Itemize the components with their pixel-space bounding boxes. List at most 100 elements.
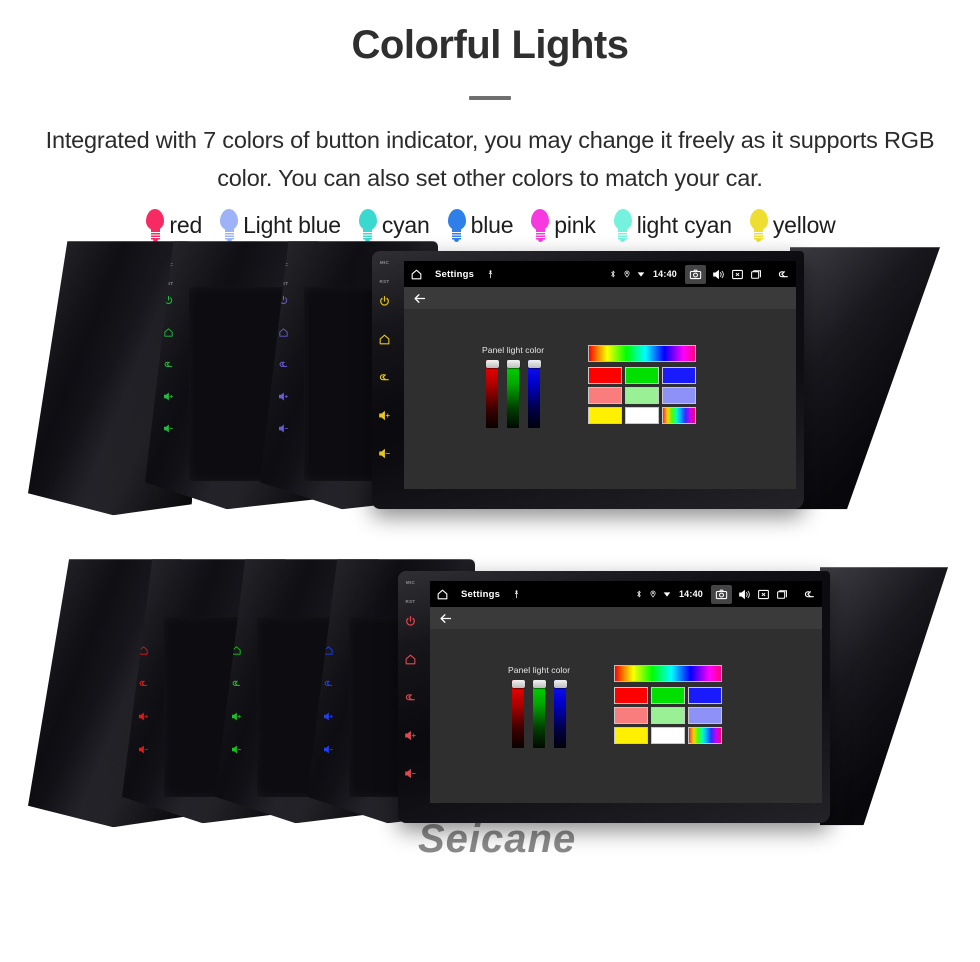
- status-bar-right: 14:40: [635, 584, 818, 604]
- volume-up-key: [231, 711, 242, 722]
- location-icon: [623, 270, 631, 278]
- radio-unit-main-top: MIC RST Settings 14:40 Panel light color: [372, 251, 804, 510]
- back-key: [323, 678, 334, 689]
- color-legend: red Light blue cyan blue pink light cyan yello…: [0, 209, 980, 242]
- swatch-periwinkle[interactable]: [662, 387, 697, 405]
- led-key-column: MIC RST: [404, 581, 417, 805]
- red-slider[interactable]: [511, 680, 525, 749]
- red-slider[interactable]: [485, 360, 499, 429]
- green-slider[interactable]: [506, 360, 520, 429]
- camera-icon[interactable]: [711, 584, 732, 604]
- hue-gradient-bar[interactable]: [614, 665, 723, 683]
- status-bar-left: Settings: [410, 268, 495, 281]
- swatch-blue[interactable]: [662, 367, 697, 385]
- slider-handle[interactable]: [553, 680, 567, 689]
- legend-item: pink: [529, 209, 596, 242]
- volume-icon[interactable]: [738, 588, 751, 601]
- status-bar: Settings 14:40: [404, 261, 796, 288]
- rst-label: RST: [379, 278, 390, 284]
- swatch-lightgreen[interactable]: [651, 707, 686, 725]
- legend-item: yellow: [748, 209, 836, 242]
- usb-icon: [512, 589, 521, 599]
- back-key: [231, 678, 242, 689]
- bluetooth-icon: [635, 590, 643, 598]
- swatch-periwinkle[interactable]: [688, 707, 723, 725]
- swatch-white[interactable]: [625, 407, 660, 425]
- legend-item-label: pink: [554, 211, 596, 238]
- back-key: [138, 678, 149, 689]
- camera-icon[interactable]: [685, 264, 706, 284]
- volume-down-key: [231, 744, 242, 755]
- panel-light-color-section: Panel light color: [508, 665, 723, 749]
- swatch-rainbow[interactable]: [662, 407, 697, 425]
- swatch-salmon[interactable]: [614, 707, 649, 725]
- led-key-column: [231, 645, 242, 777]
- close-box-icon[interactable]: [757, 588, 770, 601]
- gloss-highlight: [820, 567, 948, 826]
- back-key: [404, 691, 417, 704]
- recents-icon[interactable]: [776, 588, 789, 601]
- swatch-yellow[interactable]: [614, 727, 649, 745]
- back-arrow-icon[interactable]: [412, 291, 427, 306]
- swatch-blue[interactable]: [688, 687, 723, 705]
- unit-side-trim: [820, 567, 948, 826]
- slider-handle[interactable]: [527, 360, 541, 369]
- bulb-icon: [529, 209, 551, 242]
- color-swatch-grid: [588, 367, 697, 425]
- back-key: [378, 371, 391, 384]
- product-group-top: MIC RST MIC RST MIC RST Settings 14:40 Panel …: [0, 241, 980, 789]
- power-key: [404, 615, 417, 628]
- swatch-green[interactable]: [651, 687, 686, 705]
- swatch-white[interactable]: [651, 727, 686, 745]
- slider-handle[interactable]: [532, 680, 546, 689]
- swatch-red[interactable]: [588, 367, 623, 385]
- slider-track: [554, 680, 567, 749]
- slider-track: [533, 680, 546, 749]
- swatch-salmon[interactable]: [588, 387, 623, 405]
- slider-handle[interactable]: [506, 360, 520, 369]
- back-arrow-icon[interactable]: [803, 588, 816, 601]
- status-bar: Settings 14:40: [430, 581, 822, 608]
- legend-item-label: red: [169, 211, 203, 238]
- status-bar-left: Settings: [436, 588, 521, 601]
- led-key-column: [138, 645, 149, 777]
- swatch-lightgreen[interactable]: [625, 387, 660, 405]
- brand-watermark: Seicane: [418, 817, 577, 862]
- blue-slider[interactable]: [553, 680, 567, 749]
- android-screen-bottom[interactable]: Settings 14:40 Panel light color: [430, 581, 822, 804]
- bulb-icon: [612, 209, 634, 242]
- wifi-icon: [637, 270, 645, 278]
- screen-title: Settings: [461, 588, 501, 600]
- slider-handle[interactable]: [485, 360, 499, 369]
- swatch-red[interactable]: [614, 687, 649, 705]
- close-box-icon[interactable]: [731, 268, 744, 281]
- recents-icon[interactable]: [750, 268, 763, 281]
- legend-item: red: [144, 209, 203, 242]
- slider-handle[interactable]: [511, 680, 525, 689]
- led-key-column: [323, 645, 334, 777]
- back-arrow-icon[interactable]: [777, 268, 790, 281]
- hue-gradient-bar[interactable]: [588, 345, 697, 363]
- color-palette-group: [614, 665, 723, 745]
- clock: 14:40: [678, 589, 703, 600]
- home-icon[interactable]: [410, 268, 423, 281]
- color-swatch-grid: [614, 687, 723, 745]
- panel-light-color-label: Panel light color: [508, 665, 571, 676]
- power-key: [378, 295, 391, 308]
- swatch-yellow[interactable]: [588, 407, 623, 425]
- home-icon[interactable]: [436, 588, 449, 601]
- location-icon: [649, 590, 657, 598]
- wifi-icon: [663, 590, 671, 598]
- volume-icon[interactable]: [712, 268, 725, 281]
- blue-slider[interactable]: [527, 360, 541, 429]
- bluetooth-icon: [609, 270, 617, 278]
- page-subtitle: Integrated with 7 colors of button indic…: [45, 127, 935, 191]
- green-slider[interactable]: [532, 680, 546, 749]
- volume-down-key: [323, 744, 334, 755]
- android-screen-top[interactable]: Settings 14:40 Panel light color: [404, 261, 796, 490]
- legend-item: blue: [446, 209, 513, 242]
- swatch-rainbow[interactable]: [688, 727, 723, 745]
- swatch-green[interactable]: [625, 367, 660, 385]
- back-arrow-icon[interactable]: [438, 611, 453, 626]
- bulb-icon: [446, 209, 468, 242]
